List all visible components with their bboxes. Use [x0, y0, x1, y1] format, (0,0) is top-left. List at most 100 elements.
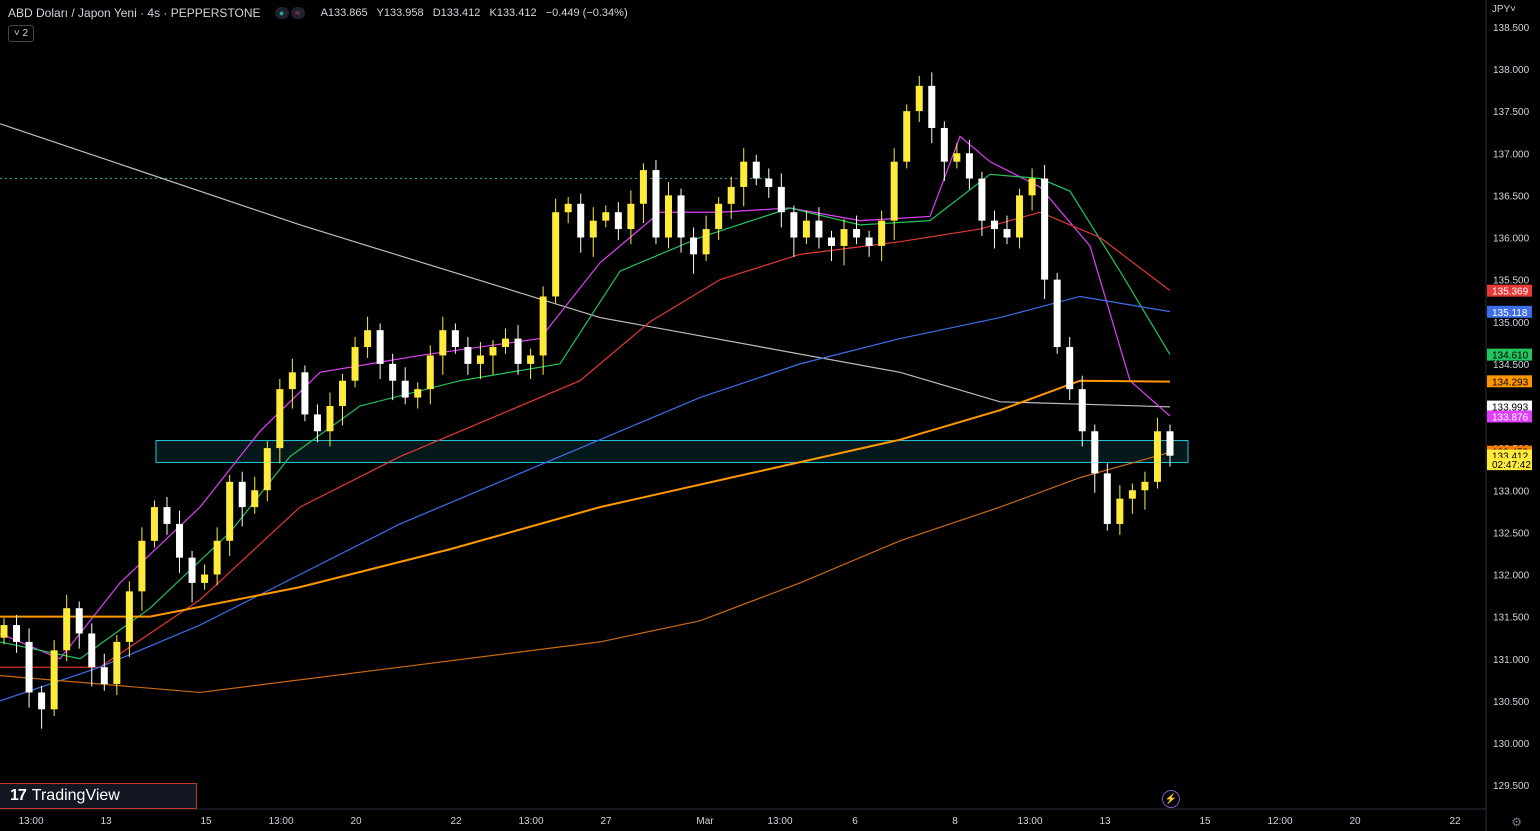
tradingview-logo[interactable]: 17 TradingView — [0, 783, 197, 809]
indicator-line-6 — [0, 451, 1171, 694]
candle-body — [276, 389, 284, 449]
time-tick-label: 13:00 — [18, 816, 43, 827]
candle-body — [878, 220, 886, 246]
candle-body — [38, 692, 46, 710]
candle-body — [652, 170, 660, 238]
candle-body — [0, 625, 8, 638]
candle-body — [63, 608, 71, 651]
candle-body — [326, 406, 334, 432]
time-tick-label: 13:00 — [518, 816, 543, 827]
candle-body — [890, 161, 898, 221]
indicators-collapse-button[interactable]: ˅ 2 — [8, 25, 34, 42]
price-tick-label: 130.500 — [1493, 697, 1530, 708]
price-tick-label: 131.000 — [1493, 655, 1530, 666]
candle-body — [476, 355, 484, 364]
candle-body — [752, 161, 760, 179]
candle-body — [827, 237, 835, 246]
time-tick-label: 12:00 — [1267, 816, 1292, 827]
candle-body — [1166, 431, 1174, 456]
price-tick-label: 132.500 — [1493, 528, 1530, 539]
candle-body — [1153, 431, 1161, 482]
candle-body — [464, 347, 472, 364]
candle-body — [690, 237, 698, 255]
candle-body — [552, 212, 560, 297]
symbol-title[interactable]: ABD Doları / Japon Yeni · 4s · PEPPERSTO… — [8, 6, 261, 20]
candle-body — [401, 380, 409, 398]
candle-body — [1128, 490, 1136, 499]
price-tick-label: 137.000 — [1493, 149, 1530, 160]
high-value: Y133.958 — [376, 7, 424, 19]
candle-body — [903, 111, 911, 162]
gear-icon[interactable]: ⚙ — [1511, 815, 1522, 829]
candle-body — [13, 625, 21, 642]
candle-body — [802, 220, 810, 238]
candle-body — [100, 667, 108, 685]
candle-body — [790, 212, 798, 238]
indicator-line-5 — [0, 379, 1171, 618]
price-tick-label: 137.500 — [1493, 107, 1530, 118]
time-tick-label: 13:00 — [1017, 816, 1042, 827]
candle-body — [125, 591, 133, 642]
candle-body — [702, 229, 710, 255]
time-tick-label: 13:00 — [268, 816, 293, 827]
price-label-badge: 135.369 — [1487, 284, 1532, 298]
candle-body — [1041, 178, 1049, 280]
candle-body — [915, 85, 923, 112]
lightning-icon[interactable]: ⚡ — [1162, 790, 1180, 808]
candle-body — [201, 574, 209, 583]
price-label-badge: 134.610 — [1487, 348, 1532, 362]
candle-body — [978, 178, 986, 221]
change-value: −0.449 (−0.34%) — [545, 7, 628, 19]
time-tick-label: 20 — [1349, 816, 1361, 827]
candle-body — [514, 338, 522, 364]
candle-body — [163, 507, 171, 524]
candle-body — [853, 229, 861, 238]
time-tick-label: 13 — [1099, 816, 1111, 827]
candle-body — [527, 355, 535, 364]
price-label-text: 135.369 — [1492, 287, 1529, 298]
close-value: K133.412 — [489, 7, 537, 19]
candle-body — [577, 203, 585, 238]
candle-body — [238, 481, 246, 508]
candle-body — [351, 347, 359, 381]
red-dot-icon[interactable]: ≈ — [290, 7, 305, 19]
candle-body — [88, 633, 96, 668]
candle-body — [1016, 195, 1024, 238]
candle-body — [376, 330, 384, 364]
candle-body — [188, 557, 196, 583]
candle-body — [226, 481, 234, 541]
green-dot-icon[interactable]: ● — [274, 7, 289, 19]
low-value: D133.412 — [432, 7, 481, 19]
candle-body — [113, 641, 121, 685]
candle-body — [263, 448, 271, 491]
candle-body — [1091, 431, 1099, 474]
price-tick-label: 132.000 — [1493, 571, 1530, 582]
candle-body — [564, 203, 572, 213]
candle-body — [1003, 229, 1011, 238]
candle-body — [715, 203, 723, 230]
price-label-badge: 135.118 — [1487, 305, 1532, 319]
price-tick-label: 138.000 — [1493, 65, 1530, 76]
support-zone — [155, 440, 1189, 463]
candle-body — [313, 414, 321, 432]
candle-body — [639, 170, 647, 204]
price-label-badge: 02:47:42 — [1487, 458, 1532, 471]
price-label-badge: 134.293 — [1487, 375, 1532, 388]
candle-body — [815, 220, 823, 238]
candle-body — [589, 220, 597, 238]
price-label-text: 02:47:42 — [1492, 460, 1531, 471]
currency-selector[interactable]: JPY˅ — [1492, 4, 1516, 15]
price-label-badge: 133.876 — [1487, 410, 1532, 423]
price-chart[interactable]: 138.500 138.000 137.500 137.000 136.500 136.0… — [0, 0, 1540, 831]
indicator-line-3 — [0, 211, 1171, 668]
candle-body — [953, 153, 961, 162]
candle-body — [301, 372, 309, 415]
tv-logo-icon: 17 — [10, 787, 27, 804]
price-tick-label: 138.500 — [1493, 23, 1530, 34]
candle-body — [765, 178, 773, 187]
candle-body — [1141, 481, 1149, 491]
candle-body — [150, 507, 158, 541]
price-label-text: 134.293 — [1492, 377, 1529, 388]
candle-body — [940, 127, 948, 162]
price-tick-label: 131.500 — [1493, 613, 1530, 624]
